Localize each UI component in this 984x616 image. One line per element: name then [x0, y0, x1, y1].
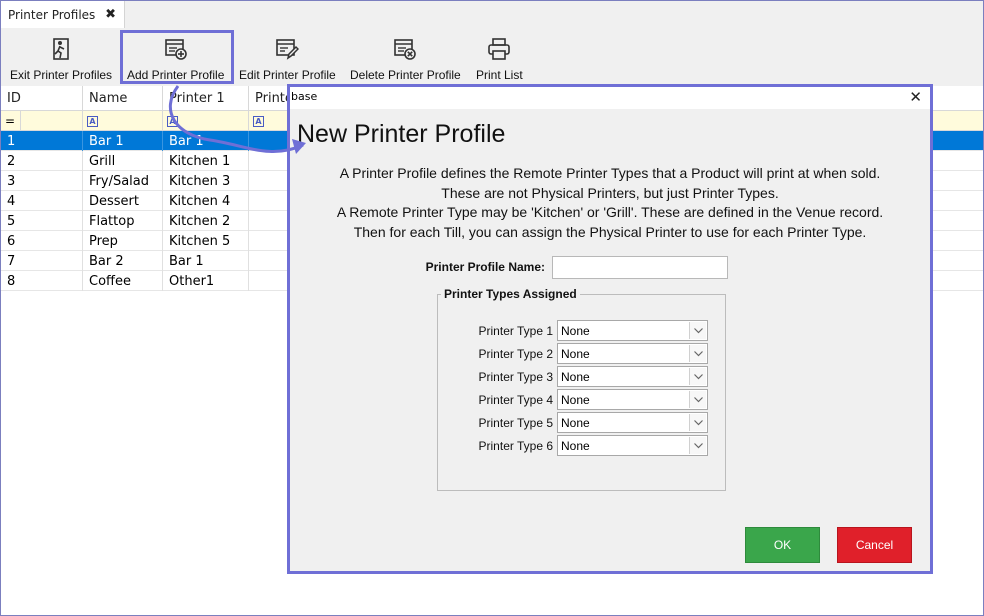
cell-id: 2: [1, 151, 83, 171]
profile-name-input[interactable]: [552, 256, 728, 279]
dialog-description: A Printer Profile defines the Remote Pri…: [290, 164, 930, 242]
dialog-titlebar[interactable]: base ✕: [290, 87, 930, 109]
dialog-heading: New Printer Profile: [297, 120, 506, 148]
printer-type-value: None: [561, 392, 590, 407]
cell-id: 1: [1, 131, 83, 151]
column-header-name[interactable]: Name: [83, 86, 163, 111]
printer-type-value: None: [561, 369, 590, 384]
printer-type-value: None: [561, 323, 590, 338]
cell-printer-1: Kitchen 4: [163, 191, 249, 211]
cell-printer-1: Kitchen 5: [163, 231, 249, 251]
cell-id: 8: [1, 271, 83, 291]
exit-button-label: Exit Printer Profiles: [10, 68, 113, 82]
printer-type-value: None: [561, 438, 590, 453]
cell-id: 7: [1, 251, 83, 271]
edit-button-label: Edit Printer Profile: [239, 68, 336, 82]
cell-id: 6: [1, 231, 83, 251]
delete-document-icon: [394, 39, 417, 60]
cell-name: Prep: [83, 231, 163, 251]
printer-type-select-6[interactable]: None: [557, 435, 708, 456]
cell-name: Dessert: [83, 191, 163, 211]
cell-id: 3: [1, 171, 83, 191]
cancel-button[interactable]: Cancel: [837, 527, 912, 563]
exit-printer-profiles-button[interactable]: Exit Printer Profiles: [10, 28, 112, 86]
printer-type-select-5[interactable]: None: [557, 412, 708, 433]
chevron-down-icon[interactable]: [689, 368, 706, 385]
cell-printer-1: Bar 1: [163, 131, 249, 151]
text-filter-icon[interactable]: A: [87, 115, 98, 127]
printer-type-value: None: [561, 415, 590, 430]
cell-printer-1: Kitchen 2: [163, 211, 249, 231]
new-printer-profile-dialog: base ✕ New Printer Profile A Printer Pro…: [287, 84, 933, 574]
print-button-label: Print List: [476, 68, 523, 82]
chevron-down-icon[interactable]: [689, 322, 706, 339]
printer-icon: [488, 38, 511, 60]
printer-type-value: None: [561, 346, 590, 361]
cell-name: Coffee: [83, 271, 163, 291]
dialog-close-icon[interactable]: ✕: [909, 88, 922, 106]
description-line: A Remote Printer Type may be 'Kitchen' o…: [336, 204, 884, 220]
cell-name: Bar 2: [83, 251, 163, 271]
filter-operator[interactable]: =: [1, 111, 21, 131]
printer-types-group-title: Printer Types Assigned: [441, 287, 580, 301]
description-line: A Printer Profile defines the Remote Pri…: [339, 165, 881, 181]
printer-type-label: Printer Type 4: [478, 393, 553, 407]
printer-type-label: Printer Type 1: [478, 324, 553, 338]
text-filter-icon[interactable]: A: [253, 115, 264, 127]
text-filter-icon[interactable]: A: [167, 115, 178, 127]
cell-printer-1: Kitchen 3: [163, 171, 249, 191]
printer-type-label: Printer Type 3: [478, 370, 553, 384]
cell-id: 4: [1, 191, 83, 211]
add-button-highlight: [120, 30, 234, 84]
cell-name: Flattop: [83, 211, 163, 231]
column-header-printer-1[interactable]: Printer 1: [163, 86, 249, 111]
printer-type-label: Printer Type 6: [478, 439, 553, 453]
cell-printer-1: Kitchen 1: [163, 151, 249, 171]
chevron-down-icon[interactable]: [689, 414, 706, 431]
filter-cell-id[interactable]: [21, 111, 83, 131]
tab-close-icon[interactable]: ✖: [105, 7, 116, 22]
filter-cell-name[interactable]: A: [83, 111, 163, 131]
description-line: These are not Physical Printers, but jus…: [441, 184, 779, 201]
chevron-down-icon[interactable]: [689, 391, 706, 408]
chevron-down-icon[interactable]: [689, 345, 706, 362]
printer-type-select-1[interactable]: None: [557, 320, 708, 341]
cell-printer-1: Bar 1: [163, 251, 249, 271]
profile-name-label: Printer Profile Name:: [425, 260, 545, 274]
dialog-window-title: base: [291, 90, 318, 103]
printer-type-label: Printer Type 2: [478, 347, 553, 361]
tab-printer-profiles[interactable]: Printer Profiles ✖: [1, 1, 125, 28]
exit-icon: [53, 38, 69, 60]
chevron-down-icon[interactable]: [689, 437, 706, 454]
edit-printer-profile-button[interactable]: Edit Printer Profile: [239, 28, 336, 86]
print-list-button[interactable]: Print List: [476, 28, 523, 86]
printer-type-select-2[interactable]: None: [557, 343, 708, 364]
column-header-id[interactable]: ID: [1, 86, 83, 111]
delete-button-label: Delete Printer Profile: [350, 68, 461, 82]
description-line: Then for each Till, you can assign the P…: [353, 223, 867, 240]
delete-printer-profile-button[interactable]: Delete Printer Profile: [350, 28, 461, 86]
printer-types-group: Printer Types Assigned Printer Type 1 Non…: [437, 287, 726, 491]
filter-cell-printer-1[interactable]: A: [163, 111, 249, 131]
cell-id: 5: [1, 211, 83, 231]
cell-printer-1: Other1: [163, 271, 249, 291]
tab-label: Printer Profiles: [8, 7, 96, 22]
tab-bar: Printer Profiles ✖: [1, 1, 983, 28]
printer-type-select-4[interactable]: None: [557, 389, 708, 410]
cell-name: Fry/Salad: [83, 171, 163, 191]
printer-type-select-3[interactable]: None: [557, 366, 708, 387]
edit-document-icon: [276, 39, 300, 60]
ok-button[interactable]: OK: [745, 527, 820, 563]
cell-name: Bar 1: [83, 131, 163, 151]
cell-name: Grill: [83, 151, 163, 171]
printer-type-label: Printer Type 5: [478, 416, 553, 430]
